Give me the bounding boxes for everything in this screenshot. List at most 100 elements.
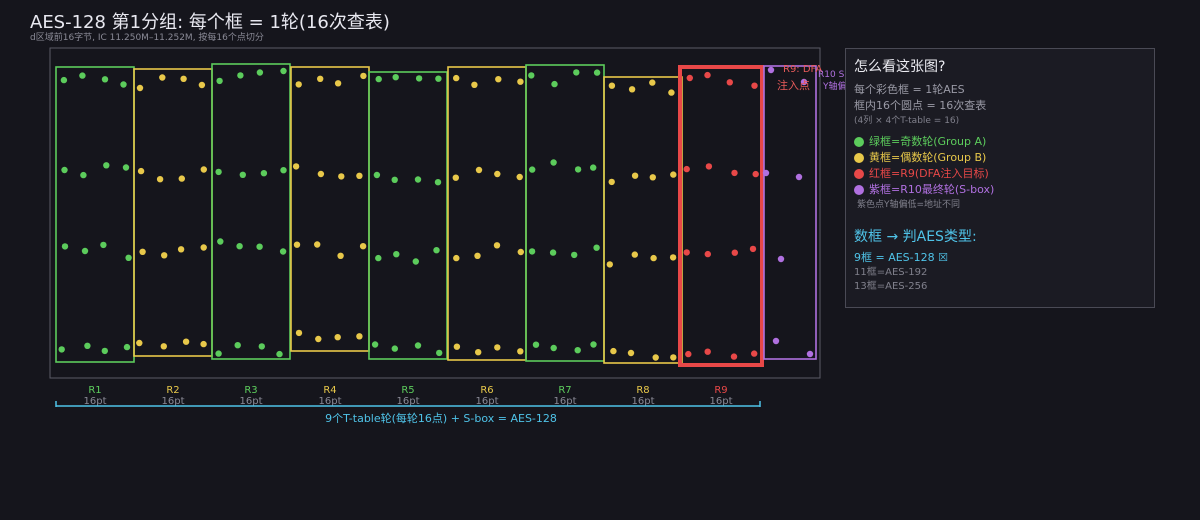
lookup-dot — [752, 170, 759, 178]
lookup-dot — [239, 171, 246, 178]
lookup-dot — [453, 343, 461, 350]
lookup-dot — [178, 175, 185, 182]
lookup-dot — [317, 75, 324, 83]
lookup-dot — [200, 340, 207, 348]
lookup-dot — [280, 67, 287, 75]
lookup-dot — [606, 261, 613, 268]
lookup-dot — [360, 72, 367, 80]
lookup-dot — [453, 74, 460, 82]
lookup-dot — [529, 166, 536, 173]
lookup-dot — [670, 171, 677, 178]
lookup-dot — [256, 243, 263, 250]
lookup-dot — [593, 244, 600, 251]
lookup-dot — [528, 248, 536, 255]
lookup-dot — [359, 243, 367, 250]
lookup-dot — [652, 354, 659, 361]
lookup-dot — [493, 242, 501, 249]
lookup-dot — [573, 69, 580, 76]
legend-line-2: 框内16个圆点 = 16次查表 — [854, 99, 987, 112]
sbox-dot — [767, 66, 775, 74]
lookup-dot — [200, 166, 207, 173]
purple-dot-icon — [854, 185, 864, 195]
lookup-dot — [593, 69, 601, 76]
lookup-dot — [180, 75, 187, 83]
lookup-dot — [120, 81, 127, 88]
lookup-dot — [751, 82, 758, 89]
lookup-dot — [61, 166, 68, 174]
lookup-dot — [177, 246, 185, 253]
legend-heading: 怎么看这张图? — [854, 59, 946, 75]
lookup-dot — [295, 329, 303, 337]
lookup-dot — [215, 168, 222, 176]
lookup-dot — [137, 167, 145, 175]
lookup-dot — [234, 342, 241, 349]
round-label-r9: R9 — [714, 385, 727, 396]
lookup-dot — [549, 249, 557, 256]
red-dot-icon — [854, 169, 864, 179]
lookup-dot — [751, 350, 758, 357]
lookup-dot — [415, 75, 423, 82]
lookup-dot — [685, 350, 692, 358]
lookup-dot — [669, 254, 677, 261]
lookup-dot — [182, 338, 190, 345]
lookup-dot — [452, 174, 459, 181]
lookup-dot — [375, 75, 382, 83]
lookup-dot — [337, 252, 344, 259]
lookup-dot — [217, 238, 224, 245]
round-label-r2: R2 — [166, 385, 179, 396]
lookup-dot — [631, 251, 638, 258]
sbox-dot — [795, 173, 803, 181]
legend-item-yellow: 黄框=偶数轮(Group B) — [854, 150, 1146, 166]
lookup-dot — [161, 252, 168, 259]
lookup-dot — [494, 344, 501, 351]
lookup-dot — [334, 80, 342, 87]
lookup-dot — [276, 350, 283, 358]
lookup-dot — [123, 343, 131, 351]
lookup-dot — [200, 244, 207, 251]
lookup-dot — [749, 245, 757, 253]
lookup-dot — [237, 72, 244, 79]
lookup-dot — [730, 353, 738, 360]
lookup-dot — [80, 171, 87, 179]
r9-inject-annotation: 注入点 — [777, 78, 810, 92]
lookup-dot — [649, 79, 656, 86]
lookup-dot — [532, 341, 540, 348]
legend-item-label: 紫框=R10最终轮(S-box) — [869, 183, 995, 196]
lookup-dot — [550, 344, 557, 352]
lookup-dot — [280, 167, 287, 174]
lookup-dot — [258, 343, 265, 350]
lookup-dot — [60, 76, 68, 84]
legend-aes192: 11框=AES-192 — [854, 267, 928, 278]
lookup-dot — [79, 72, 86, 79]
lookup-dot — [516, 173, 523, 181]
legend-aes256: 13框=AES-256 — [854, 281, 928, 292]
lookup-dot — [392, 74, 399, 81]
lookup-dot — [414, 342, 422, 349]
round-label-r5: R5 — [401, 385, 414, 396]
lookup-dot — [590, 341, 597, 348]
lookup-dot — [356, 172, 363, 179]
lookup-dot — [731, 169, 738, 177]
lookup-dot — [608, 178, 615, 186]
lookup-dot — [356, 333, 363, 340]
lookup-dot — [160, 343, 167, 350]
lookup-dot — [414, 176, 422, 183]
legend-item-red: 红框=R9(DFA注入目标) — [854, 166, 1146, 182]
sbox-dot — [806, 350, 814, 358]
lookup-dot — [453, 254, 460, 262]
lookup-dot — [475, 166, 483, 174]
lookup-dot — [517, 248, 524, 256]
green-dot-icon — [854, 137, 864, 147]
legend-line-3: (4列 × 4个T-table = 16) — [854, 116, 960, 126]
lookup-dot — [295, 81, 302, 88]
legend-item-label: 红框=R9(DFA注入目标) — [869, 167, 989, 180]
lookup-dot — [705, 163, 713, 170]
lookup-dot — [412, 258, 419, 265]
lookup-dot — [315, 335, 322, 343]
lookup-dot — [391, 345, 398, 352]
lookup-dot — [571, 251, 578, 259]
lookup-dot — [590, 164, 597, 171]
lookup-dot — [159, 74, 166, 81]
lookup-dot — [686, 74, 693, 82]
lookup-dot — [631, 172, 639, 179]
